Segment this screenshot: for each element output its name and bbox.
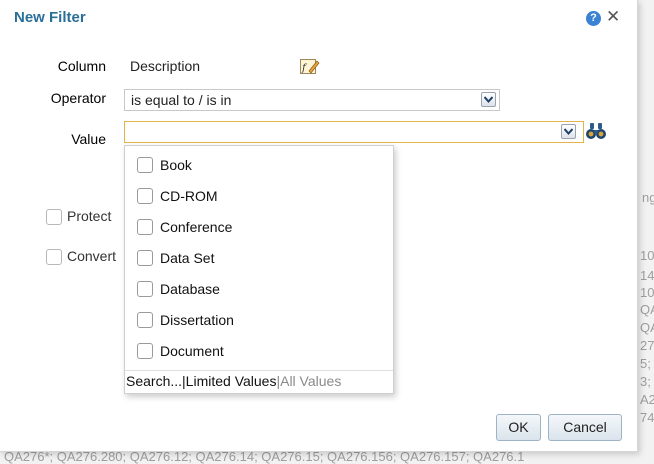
bg-text: 14 [640, 268, 654, 283]
item-checkbox[interactable] [137, 343, 153, 359]
limited-values-link[interactable]: Limited Values [186, 373, 277, 389]
item-label: Book [160, 157, 192, 173]
column-label: Column [57, 58, 106, 74]
bg-text: 3; [640, 374, 651, 389]
value-label: Value [71, 131, 106, 147]
operator-value: is equal to / is in [131, 92, 232, 108]
search-link[interactable]: Search... [126, 373, 182, 389]
cancel-button[interactable]: Cancel [548, 414, 622, 441]
edit-formula-icon[interactable]: f [300, 58, 320, 75]
dropdown-footer: Search...|Limited Values|All Values [126, 373, 341, 389]
new-filter-dialog: New Filter ? ✕ Column Description f Oper… [0, 0, 638, 452]
convert-label: Convert [67, 248, 117, 264]
dialog-title: New Filter [14, 9, 86, 26]
chevron-down-icon[interactable] [481, 92, 496, 107]
bg-text: 10 [640, 248, 654, 263]
value-dropdown-list: Book CD-ROM Conference Data Set Database… [124, 145, 394, 394]
all-values-link[interactable]: All Values [280, 373, 341, 389]
item-checkbox[interactable] [137, 157, 153, 173]
bg-text: 10 [640, 285, 654, 300]
item-label: Dissertation [160, 312, 234, 328]
bg-text: ng [642, 190, 654, 205]
bg-text: A2 [640, 392, 654, 407]
help-icon[interactable]: ? [586, 11, 601, 26]
chevron-down-icon[interactable] [561, 124, 576, 139]
item-checkbox[interactable] [137, 219, 153, 235]
bg-text: 74 [640, 410, 654, 425]
close-icon[interactable]: ✕ [606, 7, 620, 27]
item-label: Data Set [160, 250, 215, 266]
convert-checkbox[interactable] [46, 249, 62, 265]
item-label: CD-ROM [160, 188, 218, 204]
dropdown-divider [125, 370, 393, 371]
item-checkbox[interactable] [137, 281, 153, 297]
bg-text: QA [640, 320, 654, 335]
item-checkbox[interactable] [137, 312, 153, 328]
protect-label: Protect [67, 208, 112, 224]
item-label: Database [160, 281, 220, 297]
value-select[interactable] [124, 121, 584, 143]
item-checkbox[interactable] [137, 188, 153, 204]
operator-label: Operator [50, 90, 106, 106]
item-checkbox[interactable] [137, 250, 153, 266]
item-label: Document [160, 343, 224, 359]
bg-text: 5; [640, 356, 651, 371]
binoculars-search-icon[interactable] [586, 122, 606, 145]
protect-checkbox[interactable] [46, 209, 62, 225]
bg-text: QA [640, 302, 654, 317]
bg-text: 27 [640, 338, 654, 353]
item-label: Conference [160, 219, 233, 235]
operator-select[interactable]: is equal to / is in [124, 89, 500, 111]
column-value: Description [130, 58, 201, 74]
ok-button[interactable]: OK [496, 414, 541, 441]
